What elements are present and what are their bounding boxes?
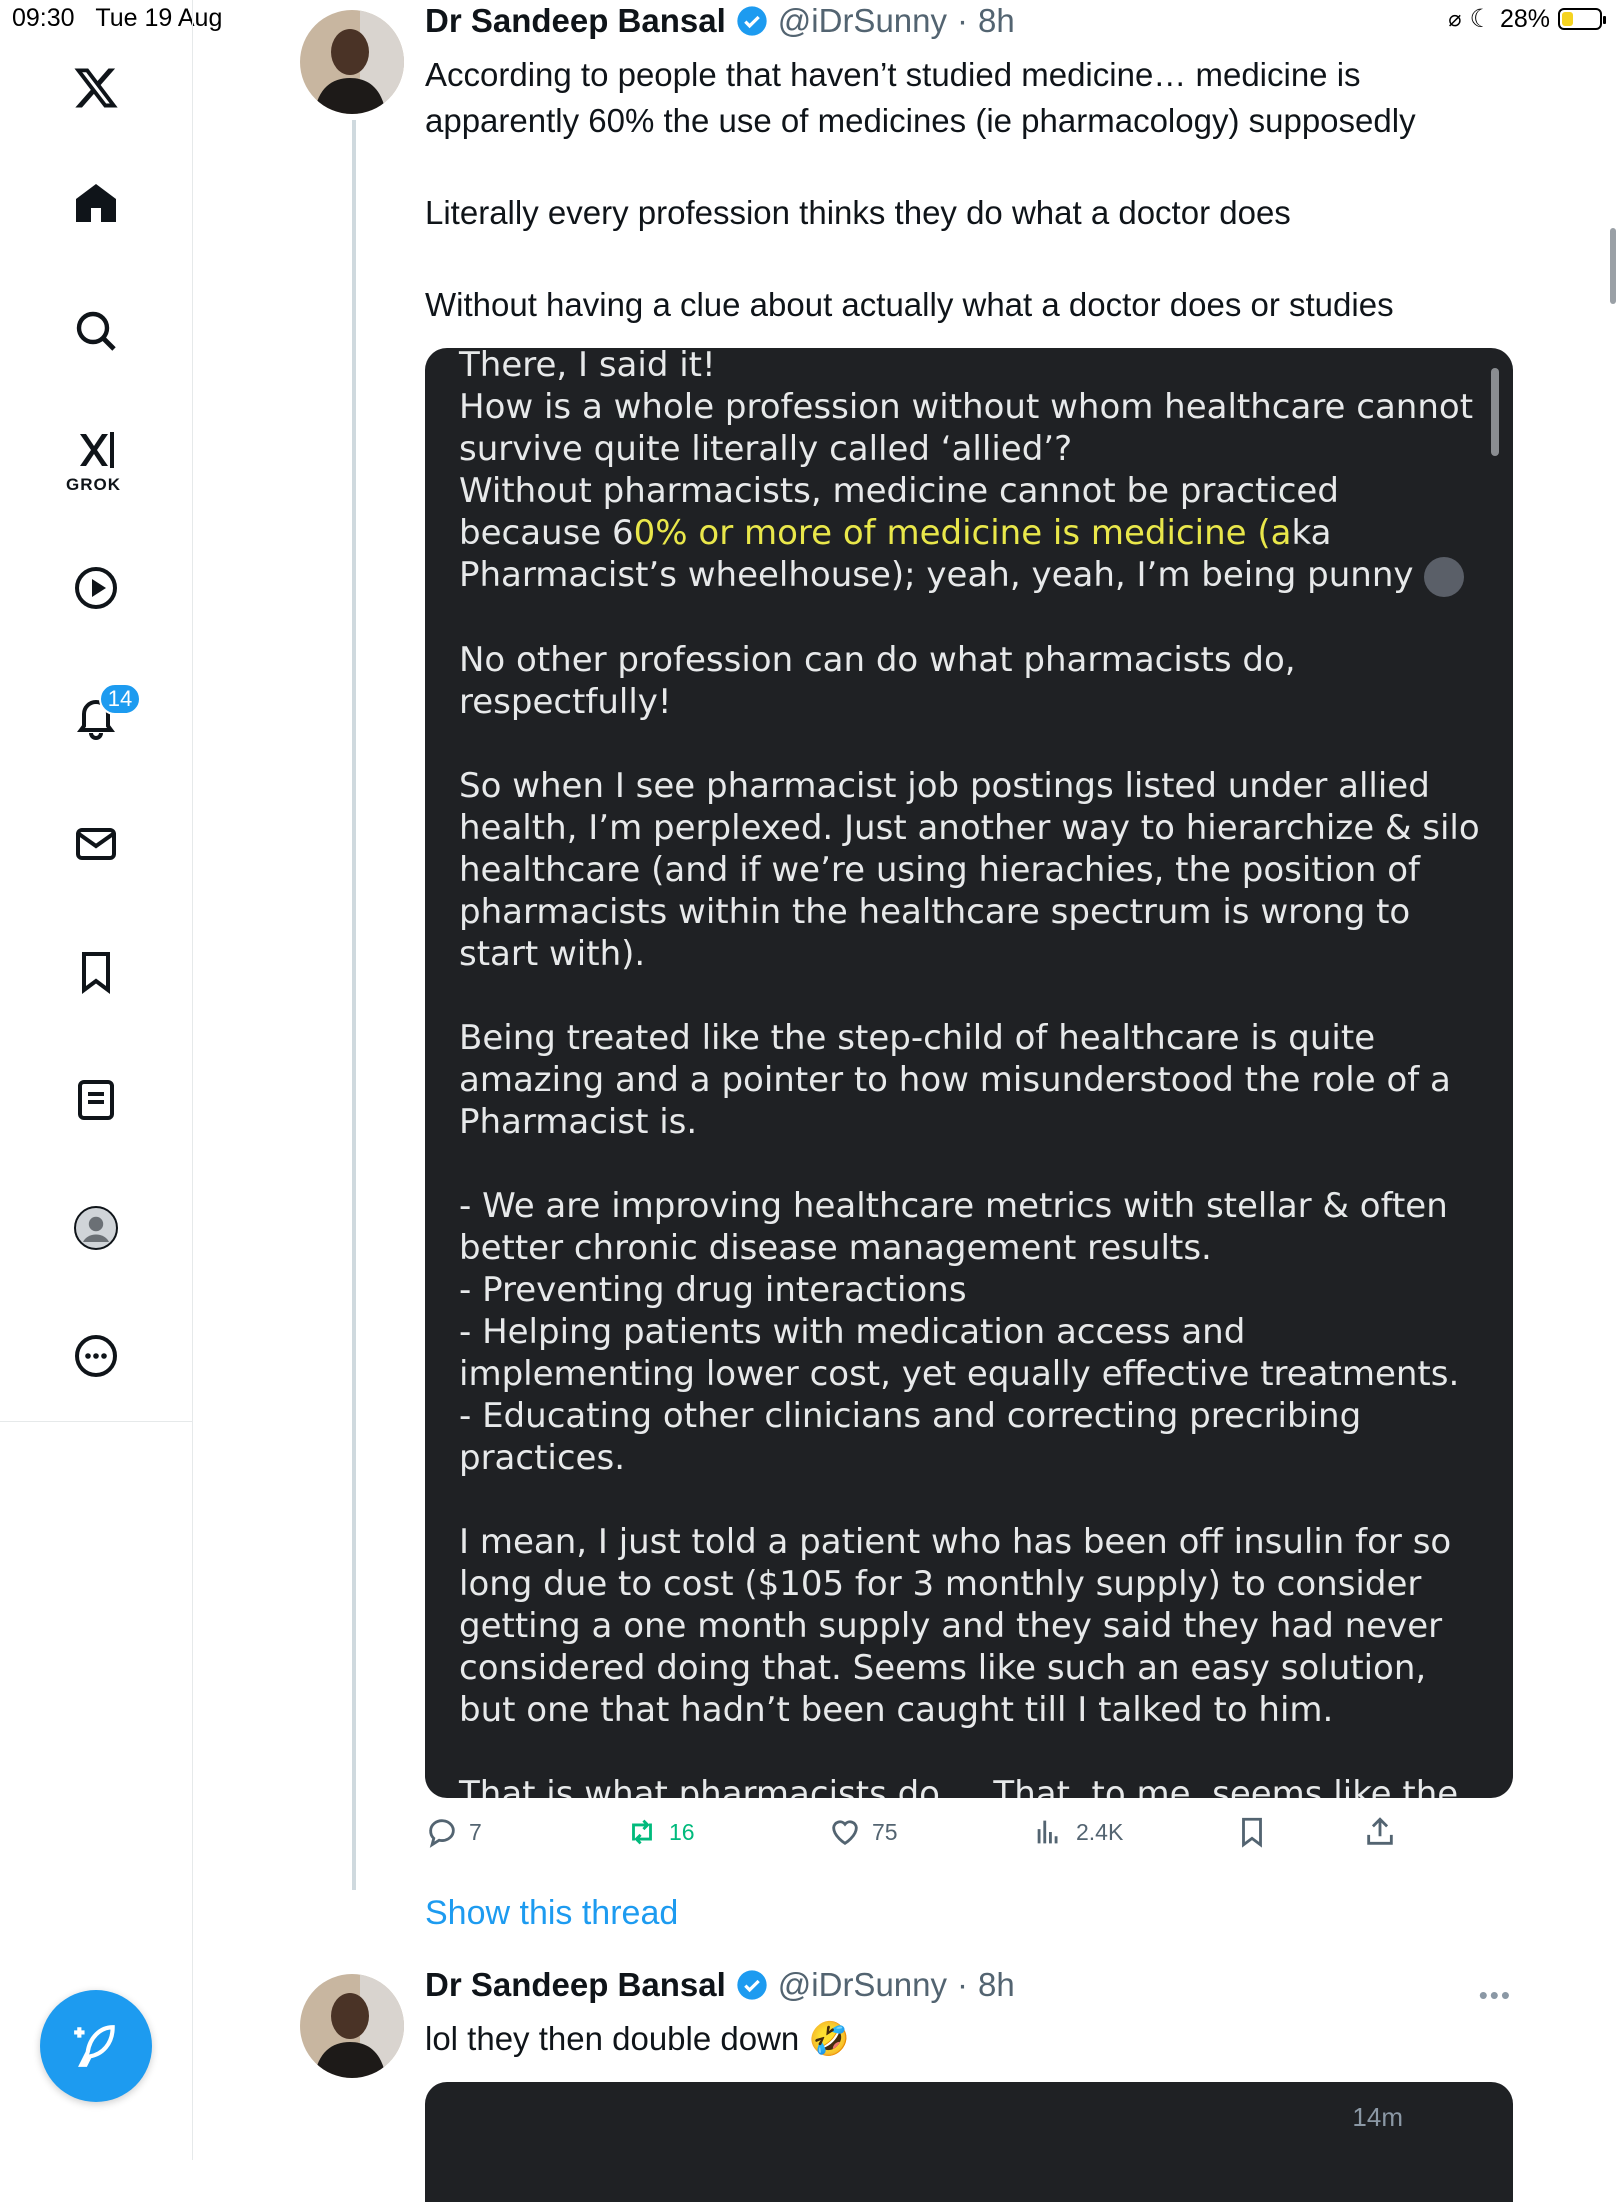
home-icon[interactable]	[71, 178, 121, 228]
author-name[interactable]: Dr Sandeep Bansal	[425, 1966, 726, 2004]
avatar[interactable]	[300, 10, 404, 114]
tweet-body: According to people that haven’t studied…	[425, 52, 1515, 328]
avatar[interactable]	[300, 1974, 404, 2078]
like-button[interactable]: 75	[828, 1815, 898, 1849]
search-icon[interactable]	[71, 306, 121, 356]
bookmark-icon	[1242, 1817, 1262, 1848]
x-logo-icon[interactable]	[71, 63, 121, 113]
mail-icon[interactable]	[71, 819, 121, 869]
tweet-image[interactable]: There, I said it! How is a whole profess…	[425, 348, 1513, 1798]
like-count: 75	[872, 1818, 898, 1845]
heart-icon	[832, 1820, 858, 1846]
image-paragraph: So when I see pharmacist job postings li…	[459, 765, 1480, 974]
tweet-author-row: Dr Sandeep Bansal @iDrSunny · 8h	[425, 2, 1015, 40]
tweet-timestamp[interactable]: 8h	[978, 1966, 1015, 2004]
notification-badge: 14	[99, 683, 141, 715]
author-name[interactable]: Dr Sandeep Bansal	[425, 2, 726, 40]
more-options-icon[interactable]: •••	[1479, 1980, 1512, 2011]
compose-plus-feather-icon	[74, 2025, 115, 2067]
bookmark-button[interactable]	[1235, 1815, 1269, 1849]
verified-badge-icon	[737, 1970, 767, 2000]
reply-icon	[429, 1819, 455, 1848]
preview-timestamp: 14m	[1352, 2102, 1403, 2132]
tweet-body: lol they then double down 🤣	[425, 2020, 850, 2057]
show-thread-link[interactable]: Show this thread	[425, 1894, 678, 1933]
tweet-paragraph: According to people that haven’t studied…	[425, 56, 1416, 139]
analytics-icon	[1037, 1820, 1058, 1844]
image-paragraph: That is what pharmacists do.... That, to…	[459, 1773, 1459, 1799]
moon-icon: ☾	[1469, 5, 1492, 33]
compose-button[interactable]	[40, 1990, 152, 2102]
moon-face-emoji-icon	[1424, 556, 1465, 597]
tweet-paragraph: Literally every profession thinks they d…	[425, 194, 1291, 231]
image-paragraph: No other profession can do what pharmaci…	[459, 639, 1296, 722]
battery-icon	[1558, 8, 1606, 30]
repost-button[interactable]: 16	[625, 1815, 695, 1849]
highlighted-text: 0% or more of medicine is medicine (a	[633, 513, 1292, 553]
screenshot-text: There, I said it! How is a whole profess…	[459, 348, 1489, 1798]
repost-count: 16	[669, 1818, 695, 1845]
page-scrollbar[interactable]	[1610, 228, 1616, 304]
bookmark-icon[interactable]	[71, 947, 121, 997]
tweet-timestamp[interactable]: 8h	[978, 2, 1015, 40]
profile-avatar-icon[interactable]	[71, 1203, 121, 1253]
video-play-icon[interactable]	[71, 563, 121, 613]
separator-dot: ·	[957, 2, 969, 39]
no-wifi-icon: ⌀	[1448, 6, 1462, 31]
tweet-image-preview[interactable]: 14m	[425, 2082, 1513, 2202]
thread-connector-line	[352, 120, 356, 1890]
repost-icon	[632, 1819, 652, 1845]
tweet-paragraph: Without having a clue about actually wha…	[425, 286, 1394, 323]
status-bar-indicators: ⌀ ☾ 28%	[1448, 4, 1606, 34]
image-paragraph: I mean, I just told a patient who has be…	[459, 1521, 1452, 1730]
separator-dot: ·	[957, 1966, 969, 2003]
reply-count: 7	[469, 1818, 482, 1845]
share-icon	[1367, 1817, 1393, 1845]
more-circle-icon[interactable]	[71, 1331, 121, 1381]
sidebar-divider	[0, 1421, 192, 1422]
tweet-actions: 7 16 75 2.4K	[425, 1815, 1425, 1859]
image-paragraph: Being treated like the step-child of hea…	[459, 1017, 1451, 1142]
grok-label: GROK	[66, 475, 121, 494]
view-count: 2.4K	[1076, 1818, 1124, 1845]
article-icon[interactable]	[71, 1075, 121, 1125]
reply-button[interactable]: 7	[425, 1815, 482, 1849]
views-button[interactable]: 2.4K	[1032, 1815, 1123, 1849]
grok-icon[interactable]	[71, 425, 121, 475]
battery-percentage: 28%	[1499, 4, 1550, 33]
image-scroll-thumb	[1491, 368, 1499, 456]
verified-badge-icon	[737, 6, 767, 36]
image-paragraph: - We are improving healthcare metrics wi…	[459, 1185, 1460, 1478]
author-handle[interactable]: @iDrSunny	[778, 1966, 947, 2004]
tweet-author-row: Dr Sandeep Bansal @iDrSunny · 8h	[425, 1966, 1015, 2004]
author-handle[interactable]: @iDrSunny	[778, 2, 947, 40]
share-button[interactable]	[1363, 1815, 1397, 1849]
